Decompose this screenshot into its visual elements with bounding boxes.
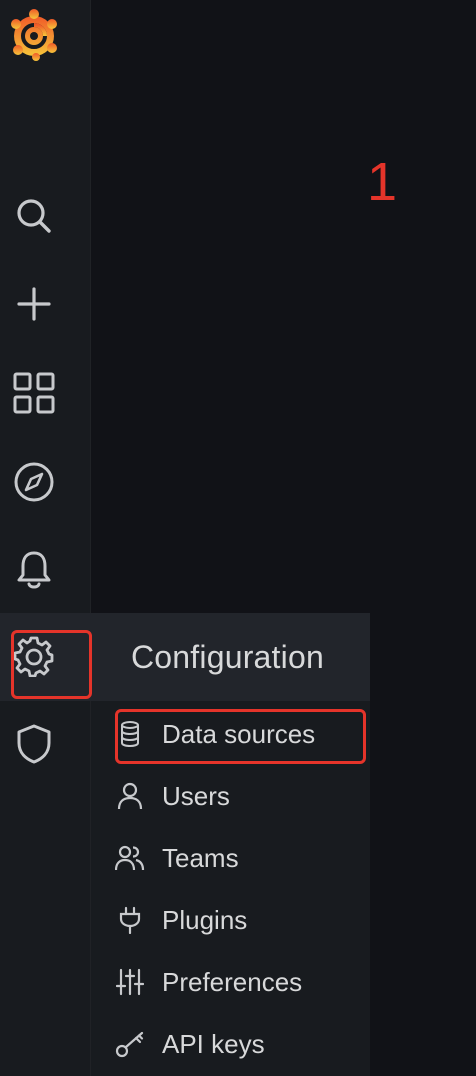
apps-grid-icon[interactable] bbox=[8, 367, 60, 419]
sliders-icon bbox=[115, 967, 145, 997]
user-icon bbox=[115, 781, 145, 811]
menu-item-label: API keys bbox=[162, 1028, 265, 1059]
step-number-annotation: 1 bbox=[367, 152, 398, 212]
database-icon bbox=[115, 719, 145, 749]
sidebar bbox=[0, 0, 91, 1076]
shield-icon[interactable] bbox=[8, 718, 60, 770]
users-icon bbox=[115, 843, 145, 873]
menu-item-label: Data sources bbox=[162, 718, 316, 749]
bell-icon[interactable] bbox=[8, 544, 60, 596]
menu-item-data-sources[interactable]: Data sources bbox=[91, 706, 370, 762]
menu-item-label: Teams bbox=[162, 842, 239, 873]
menu-item-label: Plugins bbox=[162, 904, 248, 935]
gear-icon[interactable] bbox=[8, 630, 60, 682]
plus-icon[interactable] bbox=[8, 278, 60, 330]
menu-item-preferences[interactable]: Preferences bbox=[91, 954, 370, 1010]
menu-item-api-keys[interactable]: API keys bbox=[91, 1016, 370, 1072]
menu-item-plugins[interactable]: Plugins bbox=[91, 892, 370, 948]
menu-item-label: Users bbox=[162, 780, 230, 811]
menu-item-users[interactable]: Users bbox=[91, 768, 370, 824]
compass-icon[interactable] bbox=[8, 456, 60, 508]
search-icon[interactable] bbox=[8, 190, 60, 242]
configuration-menu: Configuration Data sources Users Teams P… bbox=[91, 613, 370, 1076]
configuration-menu-header[interactable]: Configuration bbox=[91, 613, 370, 701]
menu-item-label: Preferences bbox=[162, 966, 303, 997]
grafana-logo[interactable] bbox=[6, 6, 62, 62]
configuration-menu-title: Configuration bbox=[131, 638, 324, 675]
key-icon bbox=[115, 1029, 145, 1059]
menu-item-teams[interactable]: Teams bbox=[91, 830, 370, 886]
plug-icon bbox=[115, 905, 145, 935]
